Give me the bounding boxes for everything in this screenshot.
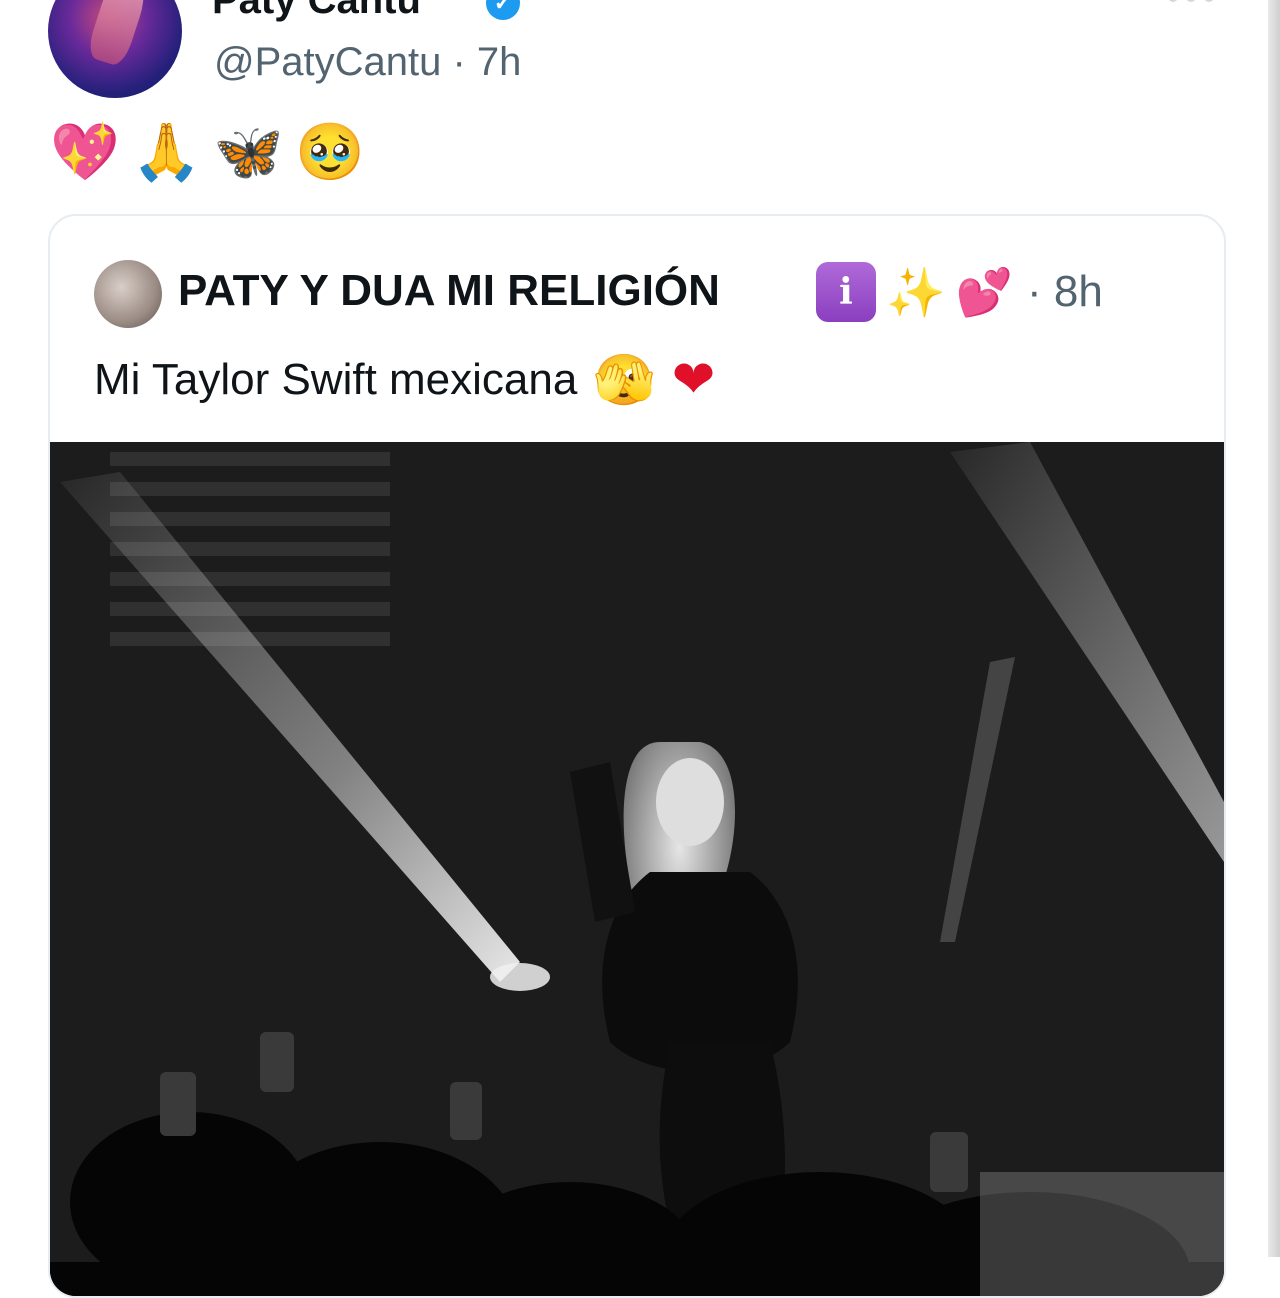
two-hearts-emoji: 💕 (955, 264, 1014, 319)
concert-photo-art (50, 442, 1224, 1296)
quoted-author-name[interactable]: PATY Y DUA MI RELIGIÓN (178, 266, 720, 316)
more-dot (1204, 0, 1214, 2)
info-emoji: i (816, 262, 876, 322)
quoted-tweet-card[interactable]: PATY Y DUA MI RELIGIÓN i ✨ 💕 · 8h Mi Tay… (48, 214, 1226, 1298)
more-dot (1186, 0, 1196, 2)
more-dot (1168, 0, 1178, 2)
holding-back-tears-emoji: 🥹 (295, 120, 365, 185)
butterfly-emoji: 🦋 (213, 120, 284, 185)
quoted-tweet-text: Mi Taylor Swift mexicana 🫣 ❤ (94, 350, 715, 410)
red-heart-emoji: ❤ (671, 350, 716, 410)
quoted-author-badges: i ✨ 💕 · 8h (816, 262, 1103, 322)
author-display-name[interactable]: Paty Cantu (212, 0, 421, 23)
sparkling-heart-emoji: 💖 (50, 120, 120, 185)
avatar-figure (85, 0, 151, 68)
verified-badge-icon: ✓ (486, 0, 520, 20)
quoted-author-avatar[interactable] (94, 260, 162, 328)
tweet-text: 💖 🙏 🦋 🥹 (50, 118, 365, 188)
peeking-face-emoji: 🫣 (593, 350, 656, 409)
author-avatar[interactable] (48, 0, 182, 98)
more-options-icon[interactable] (1168, 0, 1220, 12)
author-handle-time[interactable]: @PatyCantu · 7h (214, 40, 521, 85)
praying-hands-emoji: 🙏 (131, 120, 202, 185)
sparkles-emoji: ✨ (886, 264, 946, 321)
concert-photo[interactable] (50, 442, 1224, 1296)
window-edge (1268, 0, 1280, 1257)
quoted-text-content: Mi Taylor Swift mexicana (94, 355, 578, 404)
quoted-time[interactable]: · 8h (1027, 267, 1103, 317)
